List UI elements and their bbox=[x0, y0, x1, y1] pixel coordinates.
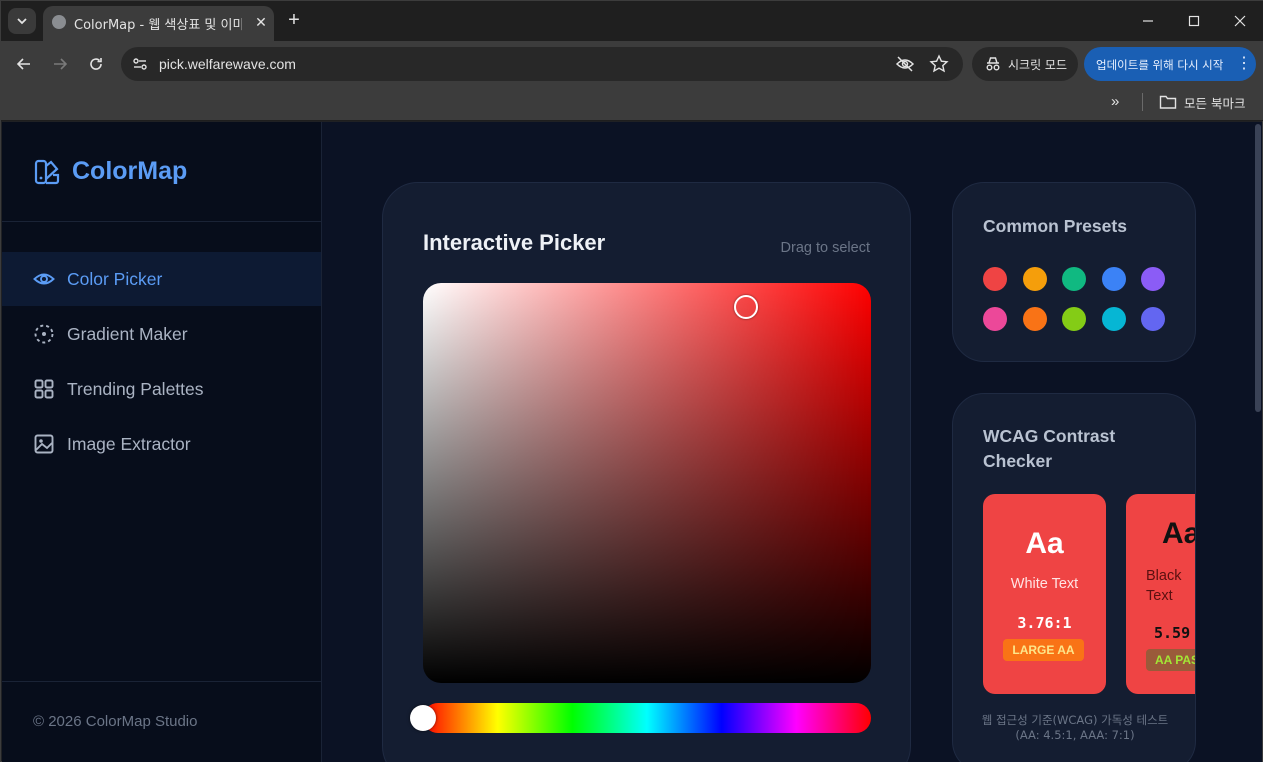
globe-icon bbox=[52, 15, 66, 29]
tab-title: ColorMap - 웹 색상표 및 이미지 bbox=[74, 18, 242, 33]
minimize-icon bbox=[1143, 20, 1153, 22]
sv-handle[interactable] bbox=[733, 295, 758, 319]
gradient-icon bbox=[34, 324, 54, 344]
hue-slider[interactable] bbox=[410, 703, 871, 733]
palette-logo-icon bbox=[34, 159, 60, 185]
browser-window: ColorMap - 웹 색상표 및 이미지 ✕ + pick.welfarew… bbox=[0, 0, 1263, 762]
presets-title: Common Presets bbox=[983, 216, 1127, 236]
site-settings-icon[interactable] bbox=[131, 55, 149, 73]
grid-icon bbox=[34, 379, 54, 399]
page-viewport: ColorMap Color Picker Gradient Maker Tre… bbox=[2, 122, 1262, 762]
wcag-title: WCAG Contrast Checker bbox=[983, 426, 1116, 471]
preset-swatch[interactable] bbox=[1022, 307, 1047, 331]
black-text-sample: Aa Black Text 5.59 AA PASS bbox=[1126, 494, 1195, 694]
update-label: 업데이트를 위해 다시 시작 bbox=[1096, 58, 1224, 72]
folder-icon[interactable] bbox=[1159, 94, 1177, 110]
contrast-ratio: 5.59 bbox=[1154, 624, 1191, 642]
sidebar-item-label: Trending Palettes bbox=[67, 379, 204, 399]
white-text-sample: Aa White Text 3.76:1 LARGE AA bbox=[983, 494, 1106, 694]
url-text: pick.welfarewave.com bbox=[159, 56, 296, 72]
all-bookmarks-button[interactable]: 모든 북마크 bbox=[1184, 93, 1245, 112]
status-badge: AA PASS bbox=[1146, 649, 1195, 671]
sidebar-item-label: Image Extractor bbox=[67, 434, 191, 454]
bookmark-star-icon[interactable] bbox=[929, 54, 949, 74]
sidebar-item-label: Gradient Maker bbox=[67, 324, 188, 344]
address-bar[interactable]: pick.welfarewave.com bbox=[121, 47, 963, 81]
arrow-right-icon bbox=[54, 58, 68, 70]
picker-title: Interactive Picker bbox=[423, 230, 606, 255]
minimize-button[interactable] bbox=[1138, 11, 1158, 31]
update-restart-button[interactable]: 업데이트를 위해 다시 시작 ⋮ bbox=[1084, 47, 1256, 81]
new-tab-button[interactable]: + bbox=[284, 10, 304, 30]
contrast-ratio: 3.76:1 bbox=[1017, 614, 1072, 632]
preset-swatch[interactable] bbox=[983, 267, 1007, 291]
sidebar-item-label: Color Picker bbox=[67, 269, 163, 289]
sample-desc: White Text bbox=[1010, 576, 1079, 592]
sidebar-item-trending-palettes[interactable]: Trending Palettes bbox=[2, 362, 321, 416]
back-button[interactable] bbox=[13, 53, 35, 75]
bookmarks-divider bbox=[1142, 93, 1143, 111]
sidebar: ColorMap Color Picker Gradient Maker Tre… bbox=[2, 122, 322, 762]
sample-desc: Black Text bbox=[1146, 568, 1182, 604]
brand-name: ColorMap bbox=[72, 157, 188, 185]
bookmarks-overflow-button[interactable]: » bbox=[1111, 93, 1119, 110]
browser-tab-active[interactable]: ColorMap - 웹 색상표 및 이미지 ✕ bbox=[43, 6, 274, 41]
page-scrollbar[interactable] bbox=[1254, 122, 1262, 762]
status-badge: LARGE AA bbox=[1003, 639, 1084, 661]
preset-swatch[interactable] bbox=[1101, 267, 1126, 291]
sidebar-item-image-extractor[interactable]: Image Extractor bbox=[2, 417, 321, 471]
picker-hint: Drag to select bbox=[780, 240, 870, 256]
incognito-icon bbox=[986, 57, 1000, 71]
maximize-button[interactable] bbox=[1184, 11, 1204, 31]
tab-strip: ColorMap - 웹 색상표 및 이미지 ✕ + bbox=[1, 1, 1263, 41]
preset-swatch[interactable] bbox=[1141, 267, 1165, 291]
copyright-text: © 2026 ColorMap Studio bbox=[33, 713, 198, 730]
interactive-picker-card: Interactive Picker Drag to select bbox=[382, 182, 911, 762]
brand: ColorMap bbox=[2, 122, 321, 222]
sidebar-footer: © 2026 ColorMap Studio bbox=[2, 681, 321, 762]
close-window-button[interactable] bbox=[1230, 11, 1250, 31]
preset-swatch[interactable] bbox=[983, 307, 1007, 331]
saturation-value-area[interactable] bbox=[423, 283, 871, 683]
preset-swatch[interactable] bbox=[1141, 307, 1165, 331]
incognito-button[interactable]: 시크릿 모드 bbox=[972, 47, 1078, 81]
tab-search-button[interactable] bbox=[8, 8, 36, 34]
reload-button[interactable] bbox=[85, 53, 107, 75]
preset-swatch[interactable] bbox=[1062, 267, 1086, 291]
eye-icon bbox=[33, 273, 55, 285]
sidebar-item-color-picker[interactable]: Color Picker bbox=[2, 252, 321, 306]
bookmarks-bar: » 모든 북마크 bbox=[1, 87, 1263, 121]
sample-aa: Aa bbox=[1025, 527, 1064, 560]
preset-swatch[interactable] bbox=[1022, 267, 1047, 291]
sample-aa: Aa bbox=[1162, 517, 1195, 550]
wcag-note: 웹 접근성 기준(WCAG) 가독성 테스트 (AA: 4.5:1, AAA: … bbox=[981, 713, 1169, 742]
sidebar-item-gradient-maker[interactable]: Gradient Maker bbox=[2, 307, 321, 361]
chevron-down-icon bbox=[17, 18, 27, 25]
incognito-label: 시크릿 모드 bbox=[1008, 58, 1068, 72]
eye-off-icon[interactable] bbox=[895, 54, 915, 74]
browser-toolbar: pick.welfarewave.com 시크릿 모드 업데이트를 위해 다시 … bbox=[1, 41, 1263, 87]
forward-button[interactable] bbox=[49, 53, 71, 75]
more-menu-icon[interactable]: ⋮ bbox=[1236, 55, 1252, 73]
image-icon bbox=[34, 434, 54, 454]
arrow-left-icon bbox=[16, 58, 30, 70]
maximize-icon bbox=[1188, 15, 1200, 27]
close-icon bbox=[1234, 15, 1246, 27]
scrollbar-thumb[interactable] bbox=[1255, 124, 1261, 412]
wcag-contrast-card: WCAG Contrast Checker Aa White Text 3.76… bbox=[952, 393, 1196, 762]
main-content: Interactive Picker Drag to select Common… bbox=[322, 122, 1262, 762]
tab-close-icon[interactable]: ✕ bbox=[251, 12, 271, 32]
reload-icon bbox=[90, 58, 102, 70]
preset-swatch[interactable] bbox=[1101, 307, 1126, 331]
common-presets-card: Common Presets bbox=[952, 182, 1196, 362]
hue-slider-handle[interactable] bbox=[410, 705, 436, 731]
preset-swatch[interactable] bbox=[1062, 307, 1086, 331]
